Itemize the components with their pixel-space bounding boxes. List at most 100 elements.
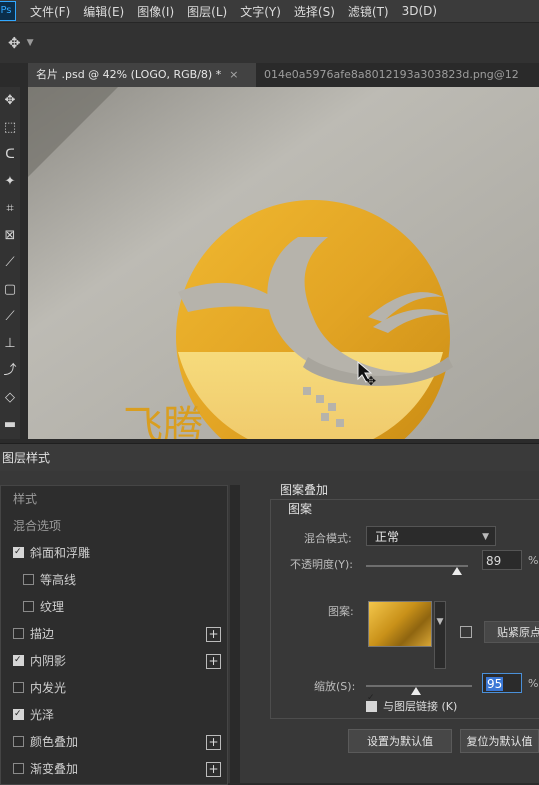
- healing-brush-tool-icon[interactable]: ▢: [0, 276, 20, 303]
- contour-label: 等高线: [40, 573, 77, 587]
- menu-select[interactable]: 选择(S): [294, 3, 335, 20]
- svg-text:✥: ✥: [366, 374, 376, 388]
- tools-panel: ✥ ⬚ ᑕ ✦ ⌗ ⊠ ⟋ ▢ ⟋ ⊥ ⤴ ◇ ▬: [0, 87, 20, 439]
- inner-shadow-checkbox[interactable]: [13, 647, 24, 674]
- frame-tool-icon[interactable]: ⊠: [0, 222, 20, 249]
- inner-shadow-label: 内阴影: [30, 654, 67, 668]
- gradient-overlay-checkbox[interactable]: [13, 763, 24, 774]
- style-satin[interactable]: 光泽: [1, 701, 227, 729]
- style-gradient-overlay[interactable]: 渐变叠加 +: [1, 756, 227, 783]
- scale-unit: %: [528, 677, 539, 690]
- menu-type[interactable]: 文字(Y): [240, 3, 281, 20]
- tab-document-inactive[interactable]: 014e0a5976afe8a8012193a303823d.png@12: [256, 63, 527, 87]
- pattern-label: 图案:: [328, 605, 354, 618]
- add-color-overlay-plus-icon[interactable]: +: [206, 735, 221, 750]
- move-tool-icon[interactable]: ✥: [8, 34, 21, 52]
- satin-checkbox[interactable]: [13, 701, 24, 728]
- crop-tool-icon[interactable]: ⌗: [0, 195, 20, 222]
- menu-layer[interactable]: 图层(L): [187, 3, 227, 20]
- style-color-overlay[interactable]: 颜色叠加 +: [1, 729, 227, 756]
- marquee-tool-icon[interactable]: ⬚: [0, 114, 20, 141]
- tab-label: 名片 .psd @ 42% (LOGO, RGB/8) *: [36, 68, 222, 81]
- styles-list: 样式 混合选项 斜面和浮雕 等高线 纹理 描边 + 内阴影 + 内发光 光泽 颜色叠…: [0, 485, 228, 785]
- menu-bar: Ps 文件(F) 编辑(E) 图像(I) 图层(L) 文字(Y) 选择(S) 滤…: [0, 0, 539, 22]
- reset-to-default-button[interactable]: 复位为默认值: [460, 729, 539, 753]
- styles-header[interactable]: 样式: [1, 486, 227, 513]
- style-texture[interactable]: 纹理: [1, 594, 227, 621]
- brush-tool-icon[interactable]: ⟋: [0, 303, 20, 330]
- add-stroke-plus-icon[interactable]: +: [206, 627, 221, 642]
- blending-options-label: 混合选项: [13, 519, 62, 533]
- dialog-title: 图层样式: [0, 443, 539, 471]
- link-with-layer-label: 与图层链接 (K): [383, 700, 458, 713]
- blending-options[interactable]: 混合选项: [1, 513, 227, 540]
- photoshop-logo: Ps: [0, 1, 16, 21]
- layer-style-dialog: 图层样式 样式 混合选项 斜面和浮雕 等高线 纹理 描边 + 内阴影 + 内发光 光…: [0, 443, 539, 785]
- chevron-down-icon: ▼: [436, 617, 444, 627]
- menu-filter[interactable]: 滤镜(T): [348, 3, 389, 20]
- opacity-slider-thumb[interactable]: [451, 567, 462, 575]
- pattern-swatch[interactable]: [368, 601, 432, 647]
- canvas-artwork: 飞腾 ✥: [28, 87, 539, 439]
- style-contour[interactable]: 等高线: [1, 567, 227, 594]
- style-stroke[interactable]: 描边 +: [1, 621, 227, 648]
- styles-scrollbar[interactable]: [230, 485, 240, 783]
- style-inner-shadow[interactable]: 内阴影 +: [1, 647, 227, 675]
- blend-mode-label: 混合模式:: [304, 532, 352, 545]
- eraser-tool-icon[interactable]: ◇: [0, 384, 20, 411]
- add-gradient-overlay-plus-icon[interactable]: +: [206, 762, 221, 777]
- menu-edit[interactable]: 编辑(E): [83, 3, 124, 20]
- chevron-down-icon[interactable]: ▼: [27, 38, 34, 48]
- history-brush-tool-icon[interactable]: ⤴: [0, 357, 20, 384]
- tab-label: 014e0a5976afe8a8012193a303823d.png@12: [264, 68, 519, 81]
- texture-checkbox[interactable]: [23, 601, 34, 612]
- pattern-picker-dropdown[interactable]: ▼: [434, 601, 446, 669]
- close-icon[interactable]: ×: [229, 68, 238, 81]
- opacity-input[interactable]: 89: [482, 550, 522, 570]
- bevel-emboss-label: 斜面和浮雕: [30, 546, 91, 560]
- inner-glow-checkbox[interactable]: [13, 682, 24, 693]
- styles-header-label: 样式: [13, 492, 38, 506]
- bevel-emboss-checkbox[interactable]: [13, 539, 24, 566]
- style-inner-glow[interactable]: 内发光: [1, 675, 227, 702]
- stroke-checkbox[interactable]: [13, 628, 24, 639]
- contour-checkbox[interactable]: [23, 574, 34, 585]
- group-title: 图案: [288, 502, 313, 516]
- new-preset-icon[interactable]: [460, 626, 472, 638]
- pattern-overlay-panel: 图案叠加 图案 混合模式: 正常 ▼ 不透明度(Y): 89 % 图案: ▼ 贴…: [262, 471, 539, 783]
- chevron-down-icon: ▼: [482, 532, 489, 542]
- scale-input[interactable]: 95: [482, 673, 522, 693]
- opacity-value: 89: [486, 554, 502, 568]
- opacity-unit: %: [528, 554, 539, 567]
- document-canvas[interactable]: 飞腾 ✥: [28, 87, 539, 439]
- stamp-tool-icon[interactable]: ⊥: [0, 330, 20, 357]
- document-tabs: 名片 .psd @ 42% (LOGO, RGB/8) * × 014e0a597…: [28, 63, 539, 87]
- gradient-overlay-label: 渐变叠加: [30, 762, 79, 776]
- link-with-layer-row[interactable]: 与图层链接 (K): [366, 693, 458, 714]
- add-inner-shadow-plus-icon[interactable]: +: [206, 654, 221, 669]
- menu-image[interactable]: 图像(I): [137, 3, 174, 20]
- color-overlay-label: 颜色叠加: [30, 735, 79, 749]
- snap-to-origin-button[interactable]: 贴紧原点: [484, 621, 539, 643]
- scale-value: 95: [486, 677, 504, 691]
- menu-file[interactable]: 文件(F): [30, 3, 70, 20]
- blend-mode-value: 正常: [375, 530, 400, 544]
- stroke-label: 描边: [30, 627, 55, 641]
- scale-slider-thumb[interactable]: [410, 687, 421, 695]
- inner-glow-label: 内发光: [30, 681, 67, 695]
- make-default-button[interactable]: 设置为默认值: [348, 729, 452, 753]
- style-bevel-emboss[interactable]: 斜面和浮雕: [1, 539, 227, 567]
- magic-wand-tool-icon[interactable]: ✦: [0, 168, 20, 195]
- options-bar: ✥ ▼: [0, 22, 539, 63]
- eyedropper-tool-icon[interactable]: ⟋: [0, 249, 20, 276]
- move-tool-icon[interactable]: ✥: [0, 87, 20, 114]
- scale-label: 缩放(S):: [314, 680, 356, 693]
- lasso-tool-icon[interactable]: ᑕ: [0, 141, 20, 168]
- opacity-label: 不透明度(Y):: [290, 558, 354, 571]
- tab-document-active[interactable]: 名片 .psd @ 42% (LOGO, RGB/8) * ×: [28, 63, 256, 87]
- menu-3d[interactable]: 3D(D): [402, 4, 437, 18]
- gradient-tool-icon[interactable]: ▬: [0, 411, 20, 438]
- blend-mode-select[interactable]: 正常 ▼: [366, 526, 496, 546]
- color-overlay-checkbox[interactable]: [13, 736, 24, 747]
- link-with-layer-checkbox[interactable]: [366, 693, 377, 712]
